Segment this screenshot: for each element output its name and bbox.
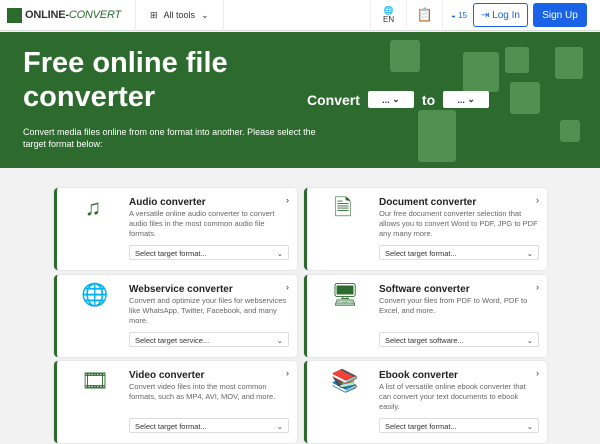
target-format-select[interactable]: Select target format... ⌄ [129,418,289,433]
login-icon: ⇥ [481,9,493,21]
logo-mark-icon [7,7,22,23]
login-button[interactable]: ⇥ Log In [473,3,528,27]
chevron-right-icon: › [536,368,539,378]
target-format-select[interactable]: Select target format... ⌄ [379,245,539,260]
credits-badge[interactable]: ◒ 15 [442,0,473,31]
target-format-select[interactable]: Select target format... ⌄ [379,418,539,433]
books-icon: 📚 [331,368,359,393]
chevron-right-icon: › [286,195,289,205]
document-converter-card[interactable]: 🗎 Document converter › Our free document … [304,188,547,270]
file-icon [560,120,580,142]
chevron-down-icon: ⌄ [276,336,283,345]
chevron-down-icon: ⌄ [526,249,533,258]
signup-button[interactable]: Sign Up [533,3,587,27]
chevron-down-icon: ⌄ [276,422,283,431]
all-tools-menu[interactable]: ⊞ All tools ⌄ [136,0,224,31]
hero-banner: Free online file converter Convert media… [0,32,600,168]
chevron-right-icon: › [286,282,289,292]
film-icon: 🎞 [81,368,109,393]
target-format-select[interactable]: Select target format... ⌄ [129,245,289,260]
monitor-icon: 🖥 [331,282,359,307]
hero-subtitle: Convert media files online from one form… [23,127,316,149]
target-service-select[interactable]: Select target service... ⌄ [129,332,289,347]
clipboard-clock-icon: 📋 [416,7,433,22]
logo[interactable]: ONLINE-CONVERT [0,0,136,31]
chevron-down-icon: ⌄ [201,9,209,20]
globe-icon: 🌐 [383,6,394,15]
globe-icon: 🌐 [81,282,109,307]
chevron-down-icon: ⌄ [526,336,533,345]
graph-file-icon [418,110,456,162]
coin-icon: ◒ [451,10,459,20]
page-title: Free online file converter [23,47,228,113]
logo-text: ONLINE-CONVERT [25,9,122,21]
webservice-converter-card[interactable]: 🌐 Webservice converter › Convert and opti… [54,275,297,357]
source-format-select[interactable]: ... ⌄ [367,91,414,108]
document-icon: 🗎 [334,195,352,220]
language-button[interactable]: 🌐 EN [370,0,406,31]
video-converter-card[interactable]: 🎞 Video converter › Convert video files i… [54,361,297,443]
chevron-down-icon: ⌄ [276,249,283,258]
music-note-icon: ♫ [84,195,102,220]
image-file-icon [505,47,529,73]
audio-converter-card[interactable]: ♫ Audio converter › A versatile online au… [54,188,297,270]
envelope-icon [390,40,420,72]
target-software-select[interactable]: Select target software... ⌄ [379,332,539,347]
history-button[interactable]: 📋 [406,0,442,31]
chevron-right-icon: › [286,368,289,378]
file-icon [463,52,499,92]
pdf-file-icon [510,82,540,114]
quick-convert: Convert ... ⌄ to ... ⌄ [307,91,490,108]
target-format-select[interactable]: ... ⌄ [443,91,490,108]
chevron-down-icon: ⌄ [526,422,533,431]
grid-icon: ⊞ [150,9,158,20]
chevron-right-icon: › [536,195,539,205]
ebook-converter-card[interactable]: 📚 Ebook converter › A list of versatile o… [304,361,547,443]
top-nav: ONLINE-CONVERT ⊞ All tools ⌄ 🌐 EN 📋 ◒ 15 ⇥ … [0,0,600,31]
software-converter-card[interactable]: 🖥 Software converter › Convert your files… [304,275,547,357]
chart-file-icon [555,47,583,79]
chevron-right-icon: › [536,282,539,292]
